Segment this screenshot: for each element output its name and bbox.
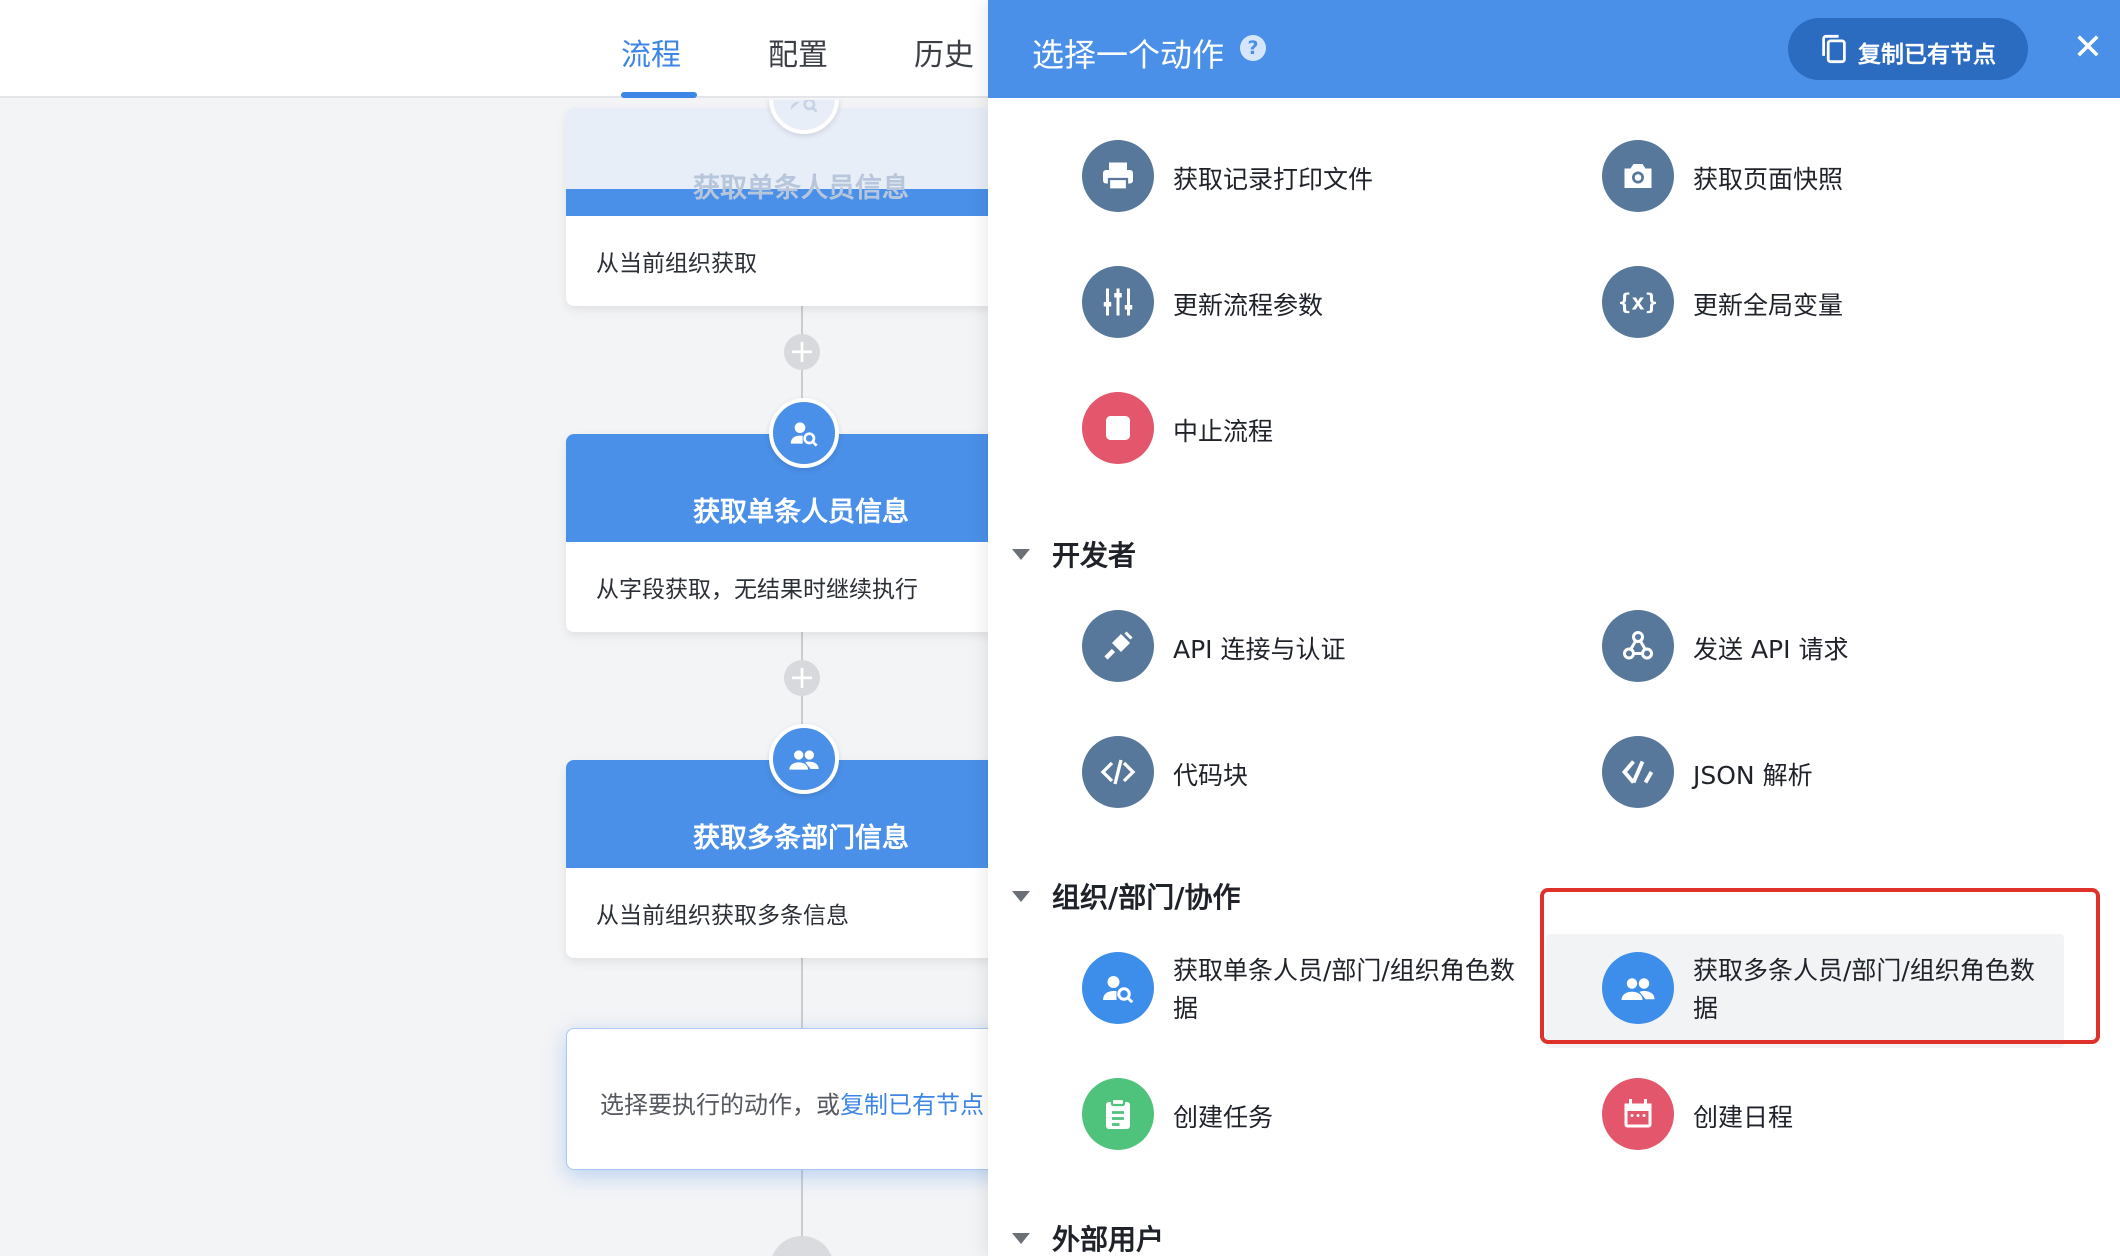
action-label: 获取页面快照 bbox=[1693, 165, 1844, 194]
section-title: 组织/部门/协作 bbox=[1052, 881, 1241, 914]
help-icon[interactable]: ? bbox=[1240, 35, 1266, 61]
panel-header: 选择一个动作 ? 复制已有节点 ✕ bbox=[988, 0, 2120, 98]
action-label: 更新全局变量 bbox=[1693, 291, 1844, 320]
collapse-caret-icon bbox=[1012, 548, 1030, 560]
section-external-users[interactable]: 外部用户 bbox=[1012, 1218, 1164, 1256]
copy-button-label: 复制已有节点 bbox=[1858, 42, 1996, 68]
users-icon bbox=[769, 724, 839, 794]
json-icon bbox=[1602, 736, 1674, 808]
collapse-caret-icon bbox=[1012, 1232, 1030, 1244]
section-org[interactable]: 组织/部门/协作 bbox=[1012, 876, 1240, 916]
pick-card-text: 选择要执行的动作，或 bbox=[600, 1091, 840, 1119]
node-description: 从当前组织获取多条信息 bbox=[596, 903, 849, 929]
stop-icon bbox=[1082, 392, 1154, 464]
flow-node[interactable]: 获取多条部门信息 从当前组织获取多条信息 bbox=[566, 724, 990, 958]
copy-existing-node-button[interactable]: 复制已有节点 bbox=[1788, 18, 2028, 80]
action-label: 更新流程参数 bbox=[1173, 291, 1324, 320]
user-search-icon bbox=[1082, 952, 1154, 1024]
node-title: 获取单条人员信息 bbox=[566, 108, 990, 216]
node-description: 从字段获取，无结果时继续执行 bbox=[596, 577, 918, 603]
copy-icon bbox=[1822, 34, 1846, 64]
action-label: 创建日程 bbox=[1693, 1103, 1794, 1132]
flow-node[interactable]: 获取单条人员信息 从当前组织获取 bbox=[566, 100, 990, 306]
plug-icon bbox=[1082, 610, 1154, 682]
connector-line bbox=[801, 958, 803, 1030]
add-node-button[interactable]: + bbox=[784, 334, 820, 370]
copy-node-link[interactable]: 复制已有节点 bbox=[840, 1091, 984, 1119]
section-title: 外部用户 bbox=[1052, 1223, 1165, 1256]
add-node-button[interactable]: + bbox=[784, 660, 820, 696]
action-label: 中止流程 bbox=[1173, 417, 1274, 446]
clipboard-icon bbox=[1082, 1078, 1154, 1150]
editor-topbar: 流程 配置 历史 bbox=[0, 0, 990, 98]
svg-text:{x}: {x} bbox=[1620, 290, 1656, 316]
sliders-icon bbox=[1082, 266, 1154, 338]
collapse-caret-icon bbox=[1012, 890, 1030, 902]
action-label: 创建任务 bbox=[1173, 1103, 1274, 1132]
camera-icon bbox=[1602, 140, 1674, 212]
code-icon bbox=[1082, 736, 1154, 808]
tab-history[interactable]: 历史 bbox=[914, 30, 974, 74]
highlight-box bbox=[1540, 888, 2100, 1044]
printer-icon bbox=[1082, 140, 1154, 212]
panel-title: 选择一个动作 bbox=[1032, 36, 1225, 74]
action-picker-panel: 选择一个动作 ? 复制已有节点 ✕ 获取记录打印文件 获取页面快照 更新流程参数… bbox=[988, 0, 2120, 1256]
action-label: 获取单条人员/部门/组织角色数据 bbox=[1173, 956, 1515, 1023]
tab-config[interactable]: 配置 bbox=[768, 30, 828, 74]
action-label: JSON 解析 bbox=[1693, 761, 1813, 790]
flow-canvas: + + 获取单条人员信息 从当前组织获取 获取单条人员信息 从字段获取，无结果时… bbox=[0, 100, 990, 1256]
select-action-placeholder[interactable]: 选择要执行的动作，或复制已有节点 bbox=[566, 1028, 990, 1170]
section-developer[interactable]: 开发者 bbox=[1012, 534, 1136, 574]
webhook-icon bbox=[1602, 610, 1674, 682]
section-title: 开发者 bbox=[1052, 539, 1137, 572]
action-label: 代码块 bbox=[1173, 761, 1249, 790]
variable-icon: {x} bbox=[1602, 266, 1674, 338]
active-tab-indicator bbox=[621, 92, 697, 98]
tab-flow[interactable]: 流程 bbox=[621, 30, 681, 74]
next-node-icon bbox=[770, 1236, 834, 1256]
action-label: 发送 API 请求 bbox=[1693, 635, 1849, 664]
node-description: 从当前组织获取 bbox=[596, 251, 757, 277]
user-search-icon bbox=[769, 398, 839, 468]
flow-node[interactable]: 获取单条人员信息 从字段获取，无结果时继续执行 bbox=[566, 398, 990, 632]
action-label: API 连接与认证 bbox=[1173, 635, 1346, 664]
calendar-icon bbox=[1602, 1078, 1674, 1150]
close-icon[interactable]: ✕ bbox=[2070, 30, 2106, 66]
action-label: 获取记录打印文件 bbox=[1173, 165, 1374, 194]
